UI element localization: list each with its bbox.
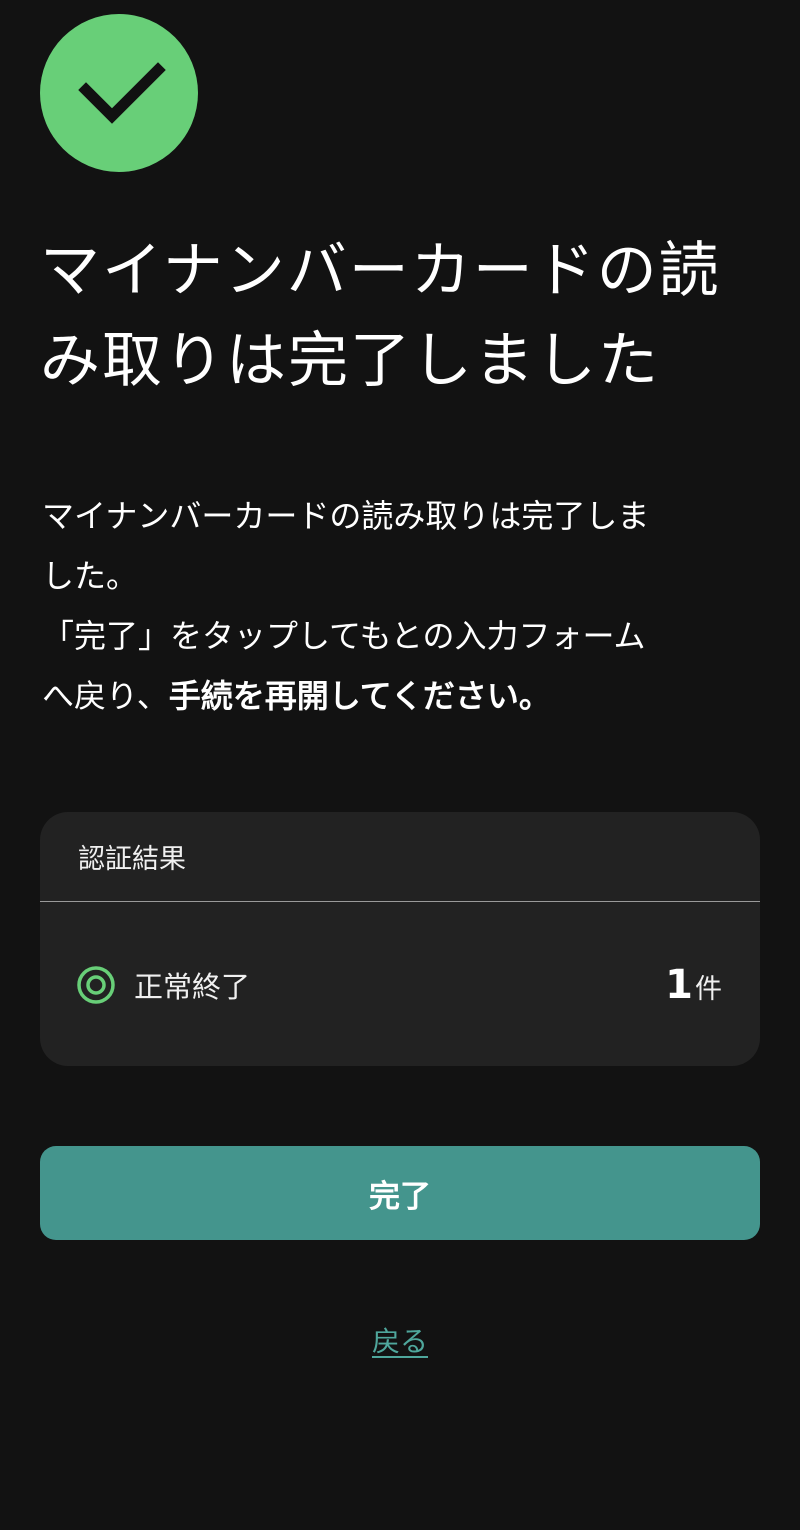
description: マイナンバーカードの読み取りは完了しま した。 「完了」をタップしてもとの入力フ… — [42, 486, 758, 726]
result-status-label: 正常終了 — [134, 969, 251, 1004]
checkmark-icon — [78, 62, 166, 124]
description-line4: へ戻り、手続を再開してください。 — [42, 666, 758, 726]
page-title: マイナンバーカードの読 み取りは完了しました — [40, 226, 760, 406]
description-line3: 「完了」をタップしてもとの入力フォーム — [42, 617, 646, 655]
page-title-line1: マイナンバーカードの読 — [40, 236, 721, 306]
success-badge — [40, 14, 198, 172]
double-circle-icon — [77, 965, 115, 1004]
description-line4-prefix: へ戻り、 — [42, 677, 169, 715]
back-link[interactable]: 戻る — [372, 1325, 428, 1358]
done-button[interactable]: 完了 — [40, 1146, 760, 1240]
auth-result-card: 認証結果 正常終了 1 件 — [40, 812, 760, 1066]
auth-result-heading: 認証結果 — [40, 812, 760, 902]
result-count: 1 件 — [665, 962, 722, 1008]
page-title-line2: み取りは完了しました — [40, 326, 660, 396]
result-row-success: 正常終了 1 件 — [40, 903, 760, 1066]
result-count-number: 1 — [665, 961, 693, 1008]
description-emphasis: 手続を再開してください。 — [168, 677, 551, 715]
back-link-container: 戻る — [0, 1320, 800, 1364]
description-line2: した。 — [42, 557, 139, 595]
result-count-unit: 件 — [695, 973, 722, 1005]
description-line1: マイナンバーカードの読み取りは完了しま — [42, 497, 650, 535]
